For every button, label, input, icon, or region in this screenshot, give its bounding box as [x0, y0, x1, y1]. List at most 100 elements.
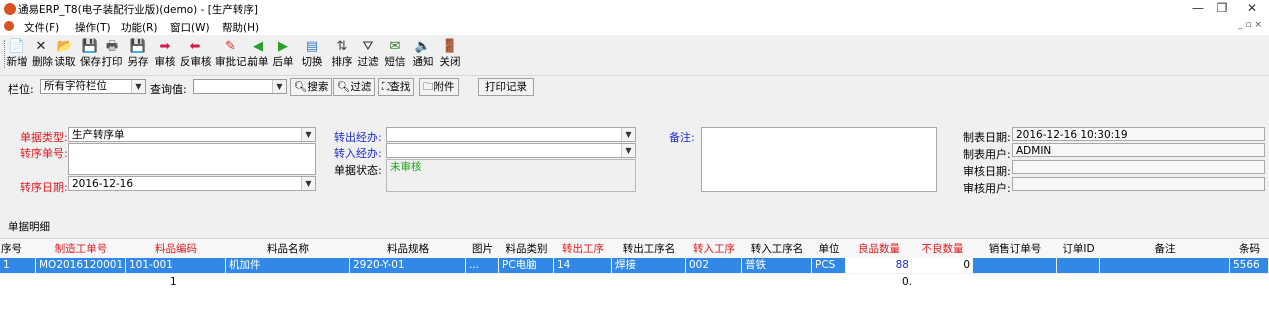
menu-operation[interactable]: 操作(T) — [75, 20, 111, 35]
toolbar-button-label: 前单 — [247, 56, 269, 68]
sort-icon: ⇅ — [336, 39, 348, 54]
table-cell[interactable]: 2920-Y-01 — [350, 258, 466, 273]
toolbar-button-1[interactable]: ✕ 删除 — [32, 38, 53, 72]
transfer-no-field[interactable] — [68, 143, 316, 175]
tab-detail[interactable]: 单据明细 — [8, 219, 50, 234]
window-title: 通易ERP_T8(电子装配行业版)(demo) - [生产转序] — [18, 4, 258, 16]
remark-field[interactable] — [701, 127, 937, 192]
toolbar-button-10[interactable]: ▶ 后单 — [272, 38, 294, 72]
transfer-date-field[interactable]: 2016-12-16 ▼ — [68, 176, 316, 191]
column-header[interactable]: 料品规格 — [350, 241, 466, 256]
find-button[interactable]: ⛶查找 — [378, 78, 415, 96]
table-cell[interactable]: MO2016120001 — [36, 258, 126, 273]
toolbar-button-15[interactable]: 🔈 通知 — [411, 38, 435, 72]
query-input[interactable]: ▼ — [193, 79, 287, 94]
menu-file[interactable]: 文件(F) — [24, 20, 59, 35]
column-header[interactable]: 条码 — [1230, 241, 1269, 256]
doc-type-select[interactable]: 生产转序单 ▼ — [68, 127, 316, 142]
column-header[interactable]: 转出工序名 — [612, 241, 686, 256]
toolbar-button-16[interactable]: 🚪 关闭 — [439, 38, 461, 72]
table-cell[interactable]: 5566 — [1230, 258, 1269, 273]
table-cell[interactable]: 88 — [846, 258, 912, 273]
column-select[interactable]: 所有字符栏位 ▼ — [40, 79, 146, 94]
column-header[interactable]: 备注 — [1100, 241, 1230, 256]
close-button[interactable]: ✕ — [1242, 1, 1262, 15]
column-header[interactable]: 销售订单号 — [973, 241, 1057, 256]
status-label: 单据状态: — [334, 164, 382, 177]
column-header[interactable]: 序号 — [1, 241, 37, 256]
toolbar-button-3[interactable]: 💾 保存 — [80, 38, 101, 72]
chevron-down-icon[interactable]: ▼ — [272, 80, 286, 93]
chevron-down-icon[interactable]: ▼ — [621, 144, 635, 157]
toolbar-button-11[interactable]: ▤ 切换 — [300, 38, 324, 72]
next-icon: ▶ — [278, 39, 288, 54]
table-cell[interactable]: ... — [466, 258, 499, 273]
created-date-field: 2016-12-16 10:30:19 — [1012, 127, 1265, 141]
column-header[interactable]: 转入工序 — [686, 241, 742, 256]
save-icon: 💾 — [81, 39, 99, 54]
toolbar-button-8[interactable]: ✎ 审批记... — [215, 38, 257, 72]
column-header[interactable]: 料品名称 — [226, 241, 350, 256]
in-handler-select[interactable]: ▼ — [386, 143, 636, 158]
column-header[interactable]: 良品数量 — [846, 241, 912, 256]
column-header[interactable]: 单位 — [812, 241, 846, 256]
table-cell[interactable] — [1100, 258, 1230, 273]
print-record-button[interactable]: 打印记录 — [478, 78, 534, 96]
filter-button[interactable]: 🔍︎过滤 — [333, 78, 376, 96]
toolbar-button-9[interactable]: ◀ 前单 — [247, 38, 269, 72]
summary-row — [0, 274, 1269, 289]
minimize-button[interactable]: — — [1188, 1, 1208, 15]
search-button[interactable]: 🔍︎搜索 — [290, 78, 333, 96]
table-cell[interactable]: PC电脑 — [499, 258, 554, 273]
toolbar-button-4[interactable]: 🖶 打印 — [101, 38, 123, 72]
out-handler-select[interactable]: ▼ — [386, 127, 636, 142]
column-header[interactable]: 制造工单号 — [36, 241, 126, 256]
column-header[interactable]: 料品类别 — [499, 241, 554, 256]
table-cell[interactable]: 1 — [0, 258, 36, 273]
query-label: 查询值: — [150, 83, 187, 96]
toolbar-button-7[interactable]: ⬅ 反审核 — [180, 38, 212, 72]
table-cell[interactable]: 0 — [912, 258, 973, 273]
app-menu-icon[interactable] — [4, 21, 14, 31]
grid-body — [0, 288, 1269, 327]
mdi-window-controls[interactable]: _ ▫ × — [1238, 20, 1262, 30]
table-cell[interactable]: 002 — [686, 258, 742, 273]
notify-speaker-icon: 🔈 — [414, 39, 432, 54]
table-cell[interactable]: 普铁 — [742, 258, 812, 273]
table-cell[interactable]: 机加件 — [226, 258, 350, 273]
table-cell[interactable]: 14 — [554, 258, 612, 273]
attachment-button[interactable]: 🗀附件 — [419, 78, 459, 96]
column-header[interactable]: 转出工序 — [554, 241, 612, 256]
toolbar-button-0[interactable]: 📄 新增 — [5, 38, 29, 72]
open-folder-icon: 📂 — [56, 39, 74, 54]
column-header[interactable]: 转入工序名 — [742, 241, 812, 256]
column-header[interactable]: 不良数量 — [912, 241, 973, 256]
menu-function[interactable]: 功能(R) — [121, 20, 158, 35]
menu-help[interactable]: 帮助(H) — [222, 20, 259, 35]
column-header[interactable]: 料品编码 — [126, 241, 226, 256]
table-cell[interactable]: PCS — [812, 258, 846, 273]
menu-window[interactable]: 窗口(W) — [170, 20, 210, 35]
table-cell[interactable]: 焊接 — [612, 258, 686, 273]
toolbar-button-14[interactable]: ✉ 短信 — [382, 38, 408, 72]
chevron-down-icon[interactable]: ▼ — [131, 80, 145, 93]
transfer-date-label: 转序日期: — [20, 181, 68, 194]
switch-icon: ▤ — [305, 39, 319, 54]
chevron-down-icon[interactable]: ▼ — [301, 128, 315, 141]
column-header[interactable]: 订单ID — [1057, 241, 1100, 256]
toolbar-button-6[interactable]: ➡ 审核 — [154, 38, 176, 72]
column-header[interactable]: 图片 — [466, 241, 499, 256]
maximize-button[interactable]: ❐ — [1212, 1, 1232, 15]
toolbar-button-2[interactable]: 📂 读取 — [54, 38, 76, 72]
remark-label: 备注: — [669, 131, 695, 144]
toolbar-button-13[interactable]: ⛛ 过滤 — [356, 38, 380, 72]
toolbar-button-5[interactable]: 💾 另存 — [127, 38, 149, 72]
table-cell[interactable] — [973, 258, 1057, 273]
table-cell[interactable] — [1057, 258, 1100, 273]
chevron-down-icon[interactable]: ▼ — [621, 128, 635, 141]
toolbar-button-label: 读取 — [54, 56, 76, 68]
save-as-icon: 💾 — [129, 39, 147, 54]
toolbar-button-12[interactable]: ⇅ 排序 — [330, 38, 354, 72]
chevron-down-icon[interactable]: ▼ — [301, 177, 315, 190]
table-cell[interactable]: 101-001 — [126, 258, 226, 273]
